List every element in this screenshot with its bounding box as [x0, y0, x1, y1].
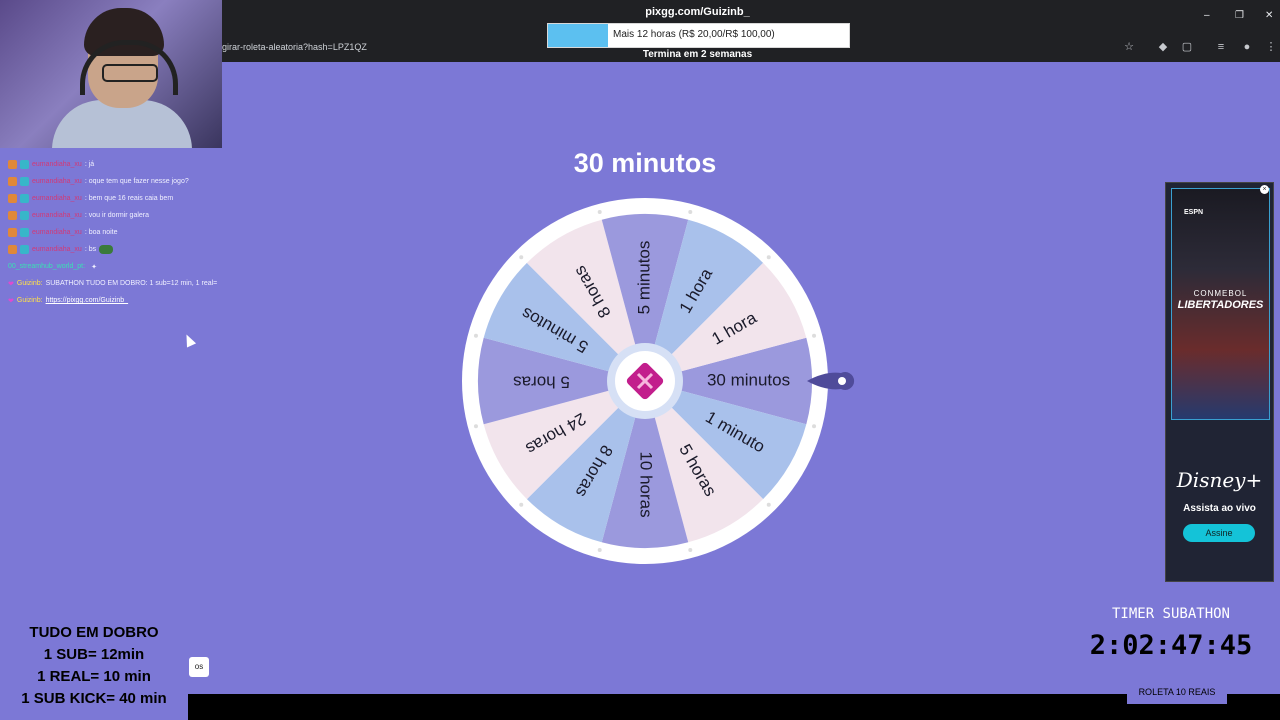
- ad-banner[interactable]: ESPN CONMEBOL LIBERTADORES Disney+ Assis…: [1165, 182, 1274, 582]
- wheel-peg: [812, 424, 817, 429]
- promo-line: 1 REAL= 10 min: [37, 668, 151, 685]
- chat-message: 00_streamhub_world_pt: ✦: [8, 263, 97, 271]
- wheel-segment-label: 30 minutos: [707, 370, 790, 389]
- profile-avatar-icon[interactable]: ●: [1240, 40, 1254, 54]
- chat-message: ❤ Guizinb: https://pixgg.com/Guizinb_: [8, 297, 129, 305]
- chat-link[interactable]: https://pixgg.com/Guizinb_: [46, 297, 129, 304]
- wheel-peg: [519, 255, 524, 260]
- goal-ends-text: Termina em 2 semanas: [642, 49, 753, 60]
- media-controls-icon[interactable]: ≡: [1214, 40, 1228, 54]
- close-icon[interactable]: ✕: [1265, 10, 1273, 21]
- disney-logo: Disney+: [1176, 468, 1263, 492]
- ad-image: ESPN CONMEBOL LIBERTADORES: [1171, 188, 1270, 420]
- chat-message: ❤ Guizinb: SUBATHON TUDO EM DOBRO: 1 sub=1…: [8, 280, 218, 288]
- emote-icon: [99, 245, 114, 254]
- wheel-segment-label: 5 minutos: [634, 241, 653, 315]
- wheel-peg: [688, 209, 693, 214]
- chat-message: eumandiaha_xu: boa noite: [8, 224, 222, 241]
- promo-box: TUDO EM DOBRO 1 SUB= 12min 1 REAL= 10 mi…: [0, 618, 188, 720]
- ad-league: LIBERTADORES: [1177, 299, 1264, 311]
- wheel-pointer-icon: [807, 372, 855, 390]
- wheel-peg: [473, 333, 478, 338]
- subscribe-button[interactable]: Assine: [1183, 524, 1255, 542]
- sparkle-icon: ✦: [91, 263, 97, 271]
- promo-line: 1 SUB= 12min: [43, 646, 145, 663]
- goal-progress-bar: Mais 12 horas (R$ 20,00/R$ 100,00): [547, 23, 850, 48]
- bookmark-star-icon[interactable]: ☆: [1122, 40, 1136, 54]
- chat-list: eumandiaha_xu: já eumandiaha_xu: oque te…: [8, 156, 222, 309]
- chat-message: eumandiaha_xu: bs: [8, 241, 222, 258]
- timer-value: 2:02:47:45: [1089, 630, 1253, 661]
- wheel-segment-label: 5 horas: [513, 373, 570, 392]
- wheel-peg: [688, 548, 693, 553]
- timer-title: TIMER SUBATHON: [1111, 606, 1230, 622]
- address-bar[interactable]: girar-roleta-aleatoria?hash=LPZ1QZ: [222, 42, 367, 52]
- bottom-bar: [188, 694, 1280, 720]
- goal-title: pixgg.com/Guizinb_: [645, 6, 750, 18]
- heart-icon: ❤: [8, 297, 14, 305]
- chat-message: eumandiaha_xu: bem que 16 reais caia bem: [8, 190, 222, 207]
- wheel-segment-label: 10 horas: [637, 451, 656, 517]
- espn-logo: ESPN: [1184, 209, 1204, 216]
- wheel-peg: [597, 209, 602, 214]
- promo-line: TUDO EM DOBRO: [29, 624, 159, 641]
- promo-line: 1 SUB KICK= 40 min: [21, 690, 167, 707]
- roulette-result: 30 minutos: [573, 148, 717, 178]
- chat-message: eumandiaha_xu: já: [8, 156, 222, 173]
- roleta-label: ROLETA 10 REAIS: [1127, 680, 1227, 704]
- partial-button[interactable]: os: [189, 657, 209, 677]
- wheel-peg: [473, 424, 478, 429]
- subathon-timer: TIMER SUBATHON 2:02:47:45: [1086, 604, 1256, 692]
- chat-message: eumandiaha_xu: oque tem que fazer nesse …: [8, 173, 222, 190]
- roulette-wheel[interactable]: 30 minutos1 minuto5 horas10 horas8 horas…: [462, 198, 828, 564]
- heart-icon: ❤: [8, 280, 14, 288]
- wheel-peg: [766, 255, 771, 260]
- goal-progress-fill: [548, 24, 609, 47]
- ad-tagline: Assista ao vivo: [1183, 503, 1256, 514]
- wheel-peg: [519, 502, 524, 507]
- ad-league-top: CONMEBOL: [1193, 289, 1248, 298]
- ad-close-icon[interactable]: ×: [1260, 185, 1269, 194]
- chat-message: eumandiaha_xu: vou ir dormir galera: [8, 207, 222, 224]
- extension-diamond-icon[interactable]: ◆: [1156, 40, 1170, 54]
- minimize-icon[interactable]: –: [1204, 10, 1210, 21]
- wheel-peg: [812, 333, 817, 338]
- goal-progress-text: Mais 12 horas (R$ 20,00/R$ 100,00): [613, 29, 775, 40]
- maximize-icon[interactable]: ❐: [1235, 10, 1244, 21]
- webcam-feed: [0, 0, 222, 148]
- menu-dots-icon[interactable]: ⋮: [1264, 40, 1278, 54]
- wheel-peg: [597, 548, 602, 553]
- extensions-puzzle-icon[interactable]: ▢: [1180, 40, 1194, 54]
- wheel-peg: [766, 502, 771, 507]
